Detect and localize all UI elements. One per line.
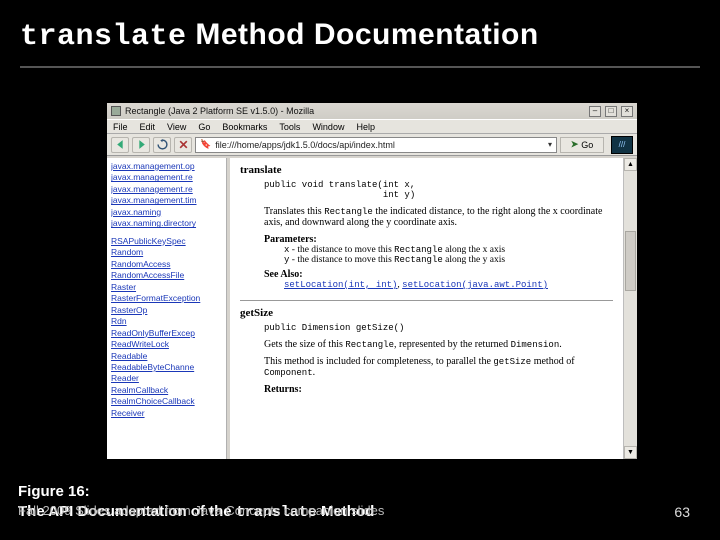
menu-tools[interactable]: Tools: [279, 122, 300, 132]
sidebar-item[interactable]: javax.management.tim: [111, 195, 224, 206]
scroll-up-button[interactable]: ▲: [624, 158, 637, 171]
menubar: File Edit View Go Bookmarks Tools Window…: [107, 119, 637, 134]
app-icon: [111, 106, 121, 116]
sidebar-item[interactable]: Receiver: [111, 408, 224, 419]
sidebar-item[interactable]: javax.management.re: [111, 184, 224, 195]
sidebar-item[interactable]: Readable: [111, 351, 224, 362]
sidebar-item[interactable]: ReadOnlyBufferExcep: [111, 328, 224, 339]
menu-bookmarks[interactable]: Bookmarks: [222, 122, 267, 132]
sidebar-item[interactable]: javax.management.op: [111, 161, 224, 172]
toolbar: 🔖 file:///home/apps/jdk1.5.0/docs/api/in…: [107, 134, 637, 156]
sidebar-item[interactable]: RasterFormatException: [111, 293, 224, 304]
method-signature: public Dimension getSize(): [264, 323, 613, 333]
sidebar-item[interactable]: RealmChoiceCallback: [111, 396, 224, 407]
divider: [240, 300, 613, 301]
browser-window: Rectangle (Java 2 Platform SE v1.5.0) - …: [106, 102, 638, 460]
sidebar-item[interactable]: RasterOp: [111, 305, 224, 316]
close-button[interactable]: ×: [621, 106, 633, 117]
caption-line: The API Documentation of the translate M…: [18, 503, 374, 520]
workarea: javax.management.op javax.management.re …: [107, 158, 637, 459]
sidebar-item[interactable]: Rdn: [111, 316, 224, 327]
see-also-links: setLocation(int, int), setLocation(java.…: [284, 280, 613, 290]
param-y: y - the distance to move this Rectangle …: [284, 255, 613, 265]
reload-button[interactable]: [153, 137, 171, 153]
menu-edit[interactable]: Edit: [140, 122, 156, 132]
sidebar-item[interactable]: RealmCallback: [111, 385, 224, 396]
scrollbar[interactable]: ▲ ▼: [623, 158, 637, 459]
sidebar-item[interactable]: Reader: [111, 373, 224, 384]
title-underline: [20, 66, 700, 68]
sidebar-item[interactable]: javax.naming.directory: [111, 218, 224, 229]
see-also-label: See Also:: [264, 269, 613, 280]
method-name-getsize: getSize: [240, 307, 613, 319]
figure-caption: Figure 16: The API Documentation of the …: [18, 482, 620, 522]
go-button[interactable]: ➤Go: [560, 137, 604, 153]
footer-credit: Fall 2009 Slides adapted from Java Conce…: [18, 503, 384, 520]
stop-button[interactable]: [174, 137, 192, 153]
slide: translate Method Documentation Rectangle…: [0, 0, 720, 540]
throbber-icon: ///: [611, 136, 633, 154]
url-value: file:///home/apps/jdk1.5.0/docs/api/inde…: [215, 140, 395, 150]
title-code: translate: [20, 20, 187, 54]
menu-view[interactable]: View: [167, 122, 186, 132]
url-dropdown-icon[interactable]: ▾: [548, 140, 552, 149]
scroll-track[interactable]: [624, 171, 637, 446]
go-icon: ➤: [571, 139, 579, 150]
sidebar-item[interactable]: javax.management.re: [111, 172, 224, 183]
sidebar-item[interactable]: RandomAccess: [111, 259, 224, 270]
maximize-button[interactable]: □: [605, 106, 617, 117]
menu-window[interactable]: Window: [312, 122, 344, 132]
titlebar: Rectangle (Java 2 Platform SE v1.5.0) - …: [107, 103, 637, 119]
sidebar-item[interactable]: ReadWriteLock: [111, 339, 224, 350]
see-also-link[interactable]: setLocation(java.awt.Point): [402, 280, 548, 290]
figure-label: Figure 16:: [18, 482, 620, 502]
sidebar-item[interactable]: RandomAccessFile: [111, 270, 224, 281]
sidebar-item[interactable]: Random: [111, 247, 224, 258]
sidebar[interactable]: javax.management.op javax.management.re …: [107, 158, 227, 459]
window-title: Rectangle (Java 2 Platform SE v1.5.0) - …: [125, 106, 314, 116]
see-also-link[interactable]: setLocation(int, int): [284, 280, 397, 290]
returns-label: Returns:: [264, 384, 613, 395]
title-text: Method Documentation: [187, 18, 539, 51]
slide-title: translate Method Documentation: [20, 18, 700, 54]
menu-file[interactable]: File: [113, 122, 128, 132]
method-description: Translates this Rectangle the indicated …: [264, 206, 613, 228]
page-number: 63: [674, 504, 690, 520]
go-label: Go: [581, 140, 593, 150]
doc-content: translate public void translate(int x, i…: [230, 158, 623, 459]
bookmark-icon[interactable]: 🔖: [200, 139, 211, 150]
sidebar-item[interactable]: javax.naming: [111, 207, 224, 218]
forward-button[interactable]: [132, 137, 150, 153]
method-description: Gets the size of this Rectangle, represe…: [264, 339, 613, 350]
method-note: This method is included for completeness…: [264, 356, 613, 378]
scroll-thumb[interactable]: [625, 231, 636, 291]
scroll-down-button[interactable]: ▼: [624, 446, 637, 459]
method-name-translate: translate: [240, 164, 613, 176]
method-signature: public void translate(int x, int y): [264, 180, 613, 200]
parameters-label: Parameters:: [264, 234, 613, 245]
back-button[interactable]: [111, 137, 129, 153]
sidebar-item[interactable]: ReadableByteChanne: [111, 362, 224, 373]
menu-help[interactable]: Help: [356, 122, 375, 132]
minimize-button[interactable]: ‒: [589, 106, 601, 117]
param-x: x - the distance to move this Rectangle …: [284, 245, 613, 255]
url-bar[interactable]: 🔖 file:///home/apps/jdk1.5.0/docs/api/in…: [195, 137, 557, 153]
menu-go[interactable]: Go: [198, 122, 210, 132]
sidebar-item[interactable]: RSAPublicKeySpec: [111, 236, 224, 247]
sidebar-item[interactable]: Raster: [111, 282, 224, 293]
